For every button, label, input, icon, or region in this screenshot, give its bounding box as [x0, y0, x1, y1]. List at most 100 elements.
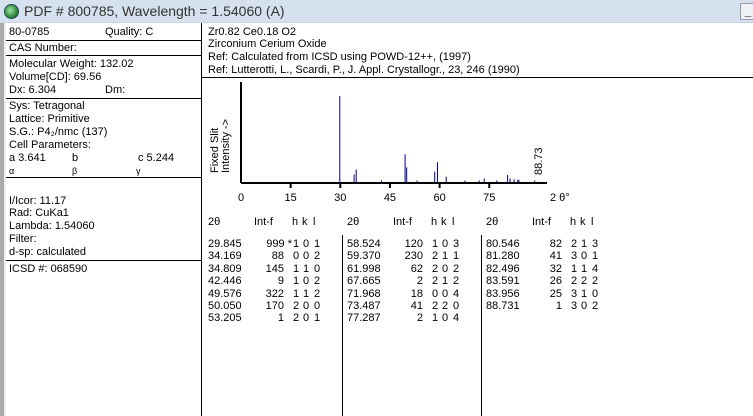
intensity-cell: 32 — [549, 262, 562, 275]
l-cell: 0 — [314, 300, 321, 312]
k-cell: 0 — [442, 262, 449, 275]
intensity-cell: 145 — [265, 262, 284, 275]
h-cell: 3 — [571, 300, 578, 312]
h-cell: 2 — [432, 300, 439, 312]
h-cell: 2 — [432, 275, 439, 288]
column-header: h — [431, 216, 438, 228]
divider — [6, 177, 201, 178]
radiation: Rad: CuKa1 — [9, 207, 69, 219]
two-theta-cell: 81.280 — [486, 250, 520, 263]
cas-number: CAS Number: — [9, 42, 77, 54]
intensity-cell: 1 — [555, 300, 562, 312]
x-axis-label: 2 θ° — [550, 192, 570, 203]
two-theta-cell: 61.998 — [347, 262, 381, 275]
k-cell: 2 — [581, 275, 588, 288]
column-header: k — [441, 216, 447, 228]
molecular-weight: Molecular Weight: 132.02 — [9, 58, 134, 70]
k-cell: 0 — [303, 275, 310, 288]
l-cell: 0 — [453, 300, 460, 312]
cell-b: b — [72, 152, 79, 164]
two-theta-cell: 77.287 — [347, 312, 381, 325]
x-tick-label: 0 — [238, 192, 244, 203]
intensity-cell: 2 — [416, 275, 423, 288]
column-header: 2θ — [208, 216, 221, 228]
h-cell: 1 — [293, 262, 300, 275]
k-cell: 1 — [581, 262, 588, 275]
x-tick-label: 75 — [483, 192, 495, 203]
two-theta-cell: 50.050 — [208, 300, 242, 312]
two-theta-cell: 82.496 — [486, 262, 520, 275]
intensity-cell: 999 * — [266, 238, 292, 250]
two-theta-cell: 34.169 — [208, 250, 242, 263]
l-cell: 1 — [592, 250, 599, 263]
k-cell: 0 — [442, 312, 449, 325]
intensity-cell: 170 — [265, 300, 284, 312]
h-cell: 1 — [432, 238, 439, 250]
y-axis-label-2: Intensity -> — [220, 119, 232, 173]
filter: Filter: — [9, 233, 37, 245]
intensity-cell: 62 — [410, 262, 423, 275]
two-theta-cell: 34.809 — [208, 262, 242, 275]
two-theta-cell: 58.524 — [347, 238, 381, 250]
pdf-number: 80-0785 — [9, 26, 50, 38]
two-theta-cell: 42.446 — [208, 275, 242, 288]
divider — [6, 55, 201, 56]
two-theta-cell: 88.731 — [486, 300, 520, 312]
l-cell: 1 — [314, 312, 321, 325]
h-cell: 2 — [293, 300, 300, 312]
two-theta-cell: 83.956 — [486, 287, 520, 300]
x-tick-label: 15 — [285, 192, 297, 203]
two-theta-cell: 67.665 — [347, 275, 381, 288]
h-cell: 3 — [571, 250, 578, 263]
h-cell: 0 — [432, 287, 439, 300]
column-header: h — [570, 216, 577, 228]
two-theta-cell: 83.591 — [486, 275, 520, 288]
h-cell: 2 — [293, 312, 300, 325]
two-theta-cell: 53.205 — [208, 312, 242, 325]
l-cell: 3 — [592, 238, 599, 250]
app-globe-icon — [4, 4, 19, 19]
h-cell: 1 — [293, 287, 300, 300]
l-cell: 0 — [592, 287, 599, 300]
two-theta-cell: 29.845 — [208, 238, 242, 250]
k-cell: 1 — [303, 287, 310, 300]
column-header: k — [580, 216, 586, 228]
intensity-cell: 9 — [277, 275, 284, 288]
diffraction-pattern: 0 15 30 45 60 75 Fixed Slit Intensity -> 88.7… — [209, 82, 570, 203]
k-cell: 0 — [581, 250, 588, 263]
crystal-system: Sys: Tetragonal — [9, 100, 85, 112]
intensity-cell: 230 — [404, 250, 423, 263]
intensity-cell: 88 — [271, 250, 284, 263]
h-cell: 2 — [432, 262, 439, 275]
l-cell: 2 — [314, 287, 321, 300]
k-cell: 0 — [303, 238, 310, 250]
intensity-cell: 322 — [265, 287, 284, 300]
x-tick-label: 30 — [334, 192, 346, 203]
title-bar: PDF # 800785, Wavelength = 1.54060 (A) _ — [0, 0, 753, 23]
intensity-cell: 82 — [549, 238, 562, 250]
intensity-cell: 41 — [410, 300, 423, 312]
h-cell: 3 — [571, 287, 578, 300]
k-cell: 0 — [303, 250, 310, 263]
k-cell: 1 — [581, 287, 588, 300]
compound-name: Zirconium Cerium Oxide — [208, 38, 327, 50]
h-cell: 2 — [432, 250, 439, 263]
window-title: PDF # 800785, Wavelength = 1.54060 (A) — [24, 3, 285, 19]
k-cell: 0 — [303, 312, 310, 325]
quality: Quality: C — [105, 26, 154, 38]
h-cell: 2 — [571, 275, 578, 288]
dm: Dm: — [105, 84, 126, 96]
column-header: l — [452, 216, 455, 228]
k-cell: 0 — [442, 238, 449, 250]
intensity-cell: 18 — [410, 287, 423, 300]
column-header: 2θ — [347, 216, 360, 228]
k-cell: 1 — [581, 238, 588, 250]
minimize-button[interactable]: _ — [740, 3, 753, 20]
d-spacing: d-sp: calculated — [9, 246, 87, 258]
cell-parameters: Cell Parameters: — [9, 139, 91, 151]
reference-1: Ref: Calculated from ICSD using POWD-12+… — [208, 51, 471, 63]
intensity-cell: 25 — [549, 287, 562, 300]
column-header: k — [302, 216, 308, 228]
l-cell: 3 — [453, 238, 460, 250]
l-cell: 0 — [314, 262, 321, 275]
